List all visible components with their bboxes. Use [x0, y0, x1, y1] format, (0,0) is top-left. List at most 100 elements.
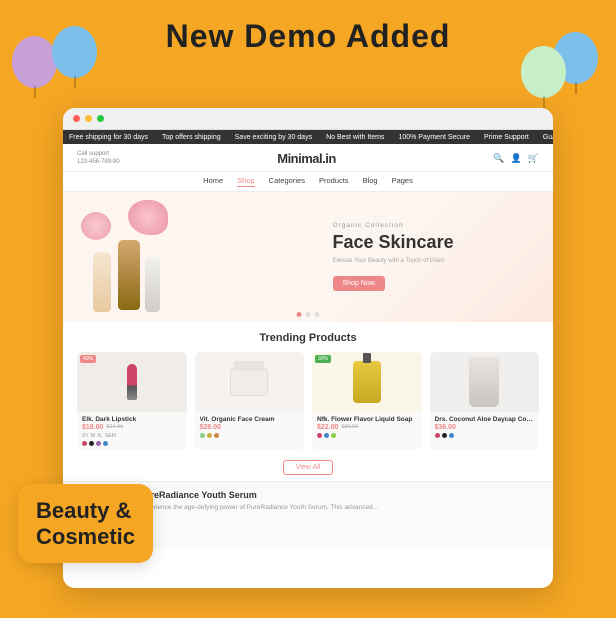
- cream-shape: [230, 368, 268, 396]
- color-option[interactable]: [435, 433, 440, 438]
- user-icon[interactable]: 👤: [511, 153, 522, 164]
- product-image-4: [430, 352, 540, 412]
- product-price-4: $36.00: [435, 424, 456, 431]
- product-badge-1: 40%: [80, 355, 96, 363]
- beauty-badge-line1: Beauty &: [36, 498, 135, 523]
- product-name-4: Drs. Coconut Aloe Daycap Cosmetic: [435, 416, 535, 423]
- trending-section: Trending Products 40% Elk. Dark Lipstick…: [63, 322, 553, 481]
- product-image-2: [195, 352, 305, 412]
- color-option[interactable]: [331, 433, 336, 438]
- lipstick-shape: [127, 364, 137, 400]
- hero-dots: [297, 312, 320, 317]
- product-info-1: Elk. Dark Lipstick $18.00 $24.00 XYMXLS&…: [77, 412, 187, 450]
- product-image-3: 30%: [312, 352, 422, 412]
- hero-content: Organic Collection Face Skincare Elevate…: [333, 222, 554, 291]
- balloon-4: [521, 46, 566, 98]
- support-number: 123-456-789-90: [77, 158, 120, 166]
- color-option[interactable]: [89, 441, 94, 446]
- nav-categories[interactable]: Categories: [269, 176, 305, 187]
- product-info-3: Nfk. Flower Flavor Liquid Soap $22.00 $3…: [312, 412, 422, 442]
- product-sizes-1: XYMXLS&M: [82, 433, 182, 439]
- minimize-icon[interactable]: [85, 115, 92, 122]
- hero-dot-2[interactable]: [306, 312, 311, 317]
- product-price-row-1: $18.00 $24.00: [82, 424, 182, 431]
- product-image-1: 40%: [77, 352, 187, 412]
- product-old-price-3: $30.00: [341, 424, 358, 430]
- product-card-4[interactable]: Drs. Coconut Aloe Daycap Cosmetic $36.00: [430, 352, 540, 450]
- product-price-2: $28.00: [200, 424, 221, 431]
- trending-title: Trending Products: [77, 332, 539, 344]
- maximize-icon[interactable]: [97, 115, 104, 122]
- product-colors-4: [435, 433, 535, 438]
- product-name-2: Vit. Organic Face Cream: [200, 416, 300, 423]
- cart-icon[interactable]: 🛒: [528, 153, 539, 164]
- color-option[interactable]: [82, 441, 87, 446]
- hero-section: Organic Collection Face Skincare Elevate…: [63, 192, 553, 322]
- announce-item: Guaranteed up for 30 days: [543, 134, 553, 141]
- hero-title: Face Skincare: [333, 232, 540, 254]
- announce-item: No Best with Items: [326, 134, 384, 141]
- product-info-2: Vit. Organic Face Cream $28.00: [195, 412, 305, 442]
- nav-products[interactable]: Products: [319, 176, 349, 187]
- color-option[interactable]: [103, 441, 108, 446]
- hero-flower-1: [128, 200, 168, 235]
- color-option[interactable]: [214, 433, 219, 438]
- product-price-row-2: $28.00: [200, 424, 300, 431]
- hero-bottle-1: [93, 252, 111, 312]
- announce-item: Save exciting by 30 days: [235, 134, 312, 141]
- product-info-4: Drs. Coconut Aloe Daycap Cosmetic $36.00: [430, 412, 540, 442]
- beauty-badge-line2: Cosmetic: [36, 524, 135, 549]
- product-card-1[interactable]: 40% Elk. Dark Lipstick $18.00 $24.00 XYM…: [77, 352, 187, 450]
- color-option[interactable]: [317, 433, 322, 438]
- nav-pages[interactable]: Pages: [392, 176, 413, 187]
- close-icon[interactable]: [73, 115, 80, 122]
- hero-dot-3[interactable]: [315, 312, 320, 317]
- product-card-3[interactable]: 30% Nfk. Flower Flavor Liquid Soap $22.0…: [312, 352, 422, 450]
- announce-item: Top offers shipping: [162, 134, 221, 141]
- hero-dot-1[interactable]: [297, 312, 302, 317]
- color-option[interactable]: [442, 433, 447, 438]
- product-badge-3: 30%: [315, 355, 331, 363]
- cosmetic-shape: [469, 357, 499, 407]
- product-name-1: Elk. Dark Lipstick: [82, 416, 182, 423]
- color-option[interactable]: [96, 441, 101, 446]
- nav-home[interactable]: Home: [203, 176, 223, 187]
- product-price-3: $22.00: [317, 424, 338, 431]
- bottom-product-description: Experience the age-defying power of Pure…: [139, 503, 539, 512]
- hero-cta-button[interactable]: Shop Now: [333, 276, 385, 291]
- search-icon[interactable]: 🔍: [493, 153, 504, 164]
- product-colors-2: [200, 433, 300, 438]
- hero-bottle-2: [118, 240, 140, 310]
- announce-item: Prime Support: [484, 134, 529, 141]
- product-old-price-1: $24.00: [106, 424, 123, 430]
- color-option[interactable]: [449, 433, 454, 438]
- nav-blog[interactable]: Blog: [363, 176, 378, 187]
- product-price-row-4: $36.00: [435, 424, 535, 431]
- view-all-wrapper: View All: [77, 456, 539, 475]
- nav-shop[interactable]: Shop: [237, 176, 255, 187]
- support-label: Call support: [77, 150, 120, 158]
- hero-description: Elevate Your Beauty with a Touch of Glam…: [333, 258, 540, 264]
- balloon-2: [52, 26, 97, 78]
- header-icons: 🔍 👤 🛒: [493, 153, 539, 164]
- announce-item: Free shipping for 30 days: [69, 134, 148, 141]
- product-colors-1: [82, 441, 182, 446]
- products-grid: 40% Elk. Dark Lipstick $18.00 $24.00 XYM…: [77, 352, 539, 450]
- announcement-bar: Free shipping for 30 days Top offers shi…: [63, 130, 553, 144]
- browser-chrome: [63, 108, 553, 130]
- bottom-product-name: PureRadiance Youth Serum: [139, 490, 539, 500]
- announce-item: 100% Payment Secure: [398, 134, 470, 141]
- product-price-row-3: $22.00 $30.00: [317, 424, 417, 431]
- site-logo[interactable]: Minimal.in: [277, 151, 336, 166]
- product-card-2[interactable]: Vit. Organic Face Cream $28.00: [195, 352, 305, 450]
- balloon-1: [12, 36, 57, 88]
- color-option[interactable]: [200, 433, 205, 438]
- product-colors-3: [317, 433, 417, 438]
- bottom-product-info: PureRadiance Youth Serum Experience the …: [139, 490, 539, 512]
- product-name-3: Nfk. Flower Flavor Liquid Soap: [317, 416, 417, 423]
- color-option[interactable]: [324, 433, 329, 438]
- site-header: Call support 123-456-789-90 Minimal.in 🔍…: [63, 144, 553, 172]
- color-option[interactable]: [207, 433, 212, 438]
- view-all-button[interactable]: View All: [283, 460, 333, 475]
- hero-subtitle: Organic Collection: [333, 222, 540, 229]
